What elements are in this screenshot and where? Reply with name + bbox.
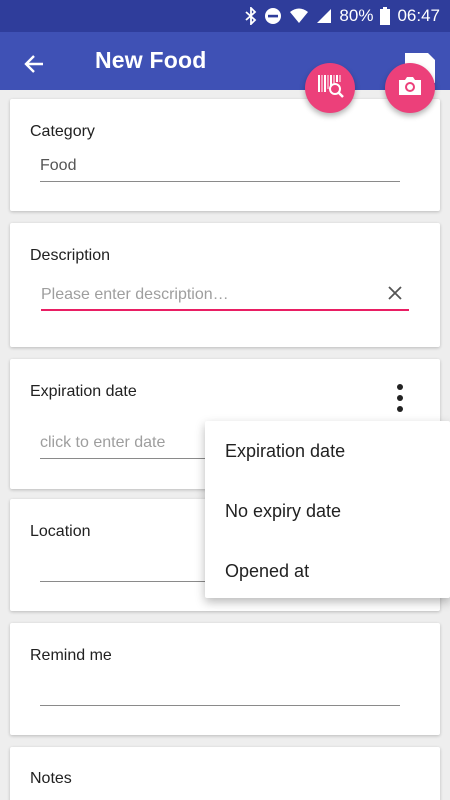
status-icons: 80% 06:47 [245,0,440,32]
signal-icon [316,8,332,24]
remind-label: Remind me [30,647,112,664]
description-card: Description Please enter description… [10,223,440,347]
wifi-icon [289,7,309,25]
description-input[interactable]: Please enter description… [41,283,409,311]
expiration-options-menu: Expiration date No expiry date Opened at [205,421,450,598]
back-arrow-icon [23,53,45,80]
category-card: Category Food [10,99,440,211]
category-field[interactable]: Food [40,154,400,182]
do-not-disturb-icon [264,7,282,25]
location-label: Location [30,523,91,540]
more-vert-icon-dot [397,384,403,390]
more-options-button[interactable] [388,381,412,415]
camera-button[interactable] [385,63,435,113]
description-placeholder: Please enter description… [41,286,229,303]
close-icon [387,285,403,306]
back-button[interactable] [14,46,54,86]
menu-item-opened-at[interactable]: Opened at [205,541,450,601]
barcode-scan-button[interactable] [305,63,355,113]
barcode-search-icon [315,71,345,106]
menu-item-no-expiry-date[interactable]: No expiry date [205,481,450,541]
expiration-label: Expiration date [30,383,137,400]
notes-card: Notes [10,747,440,800]
status-bar: 80% 06:47 [0,0,450,32]
remind-card: Remind me [10,623,440,735]
description-label: Description [30,247,111,264]
camera-icon [397,75,423,102]
clear-button[interactable] [385,285,405,305]
category-label: Category [30,123,95,140]
app-bar: New Food [0,32,450,90]
page-title: New Food [95,47,207,73]
remind-field[interactable] [40,678,400,706]
bluetooth-icon [245,7,257,25]
clock: 06:47 [397,6,440,25]
more-vert-icon-dot [397,406,403,412]
notes-label: Notes [30,770,72,787]
battery-percent: 80% [339,6,374,25]
more-vert-icon-dot [397,395,403,401]
menu-item-expiration-date[interactable]: Expiration date [205,421,450,481]
battery-icon [380,7,391,25]
